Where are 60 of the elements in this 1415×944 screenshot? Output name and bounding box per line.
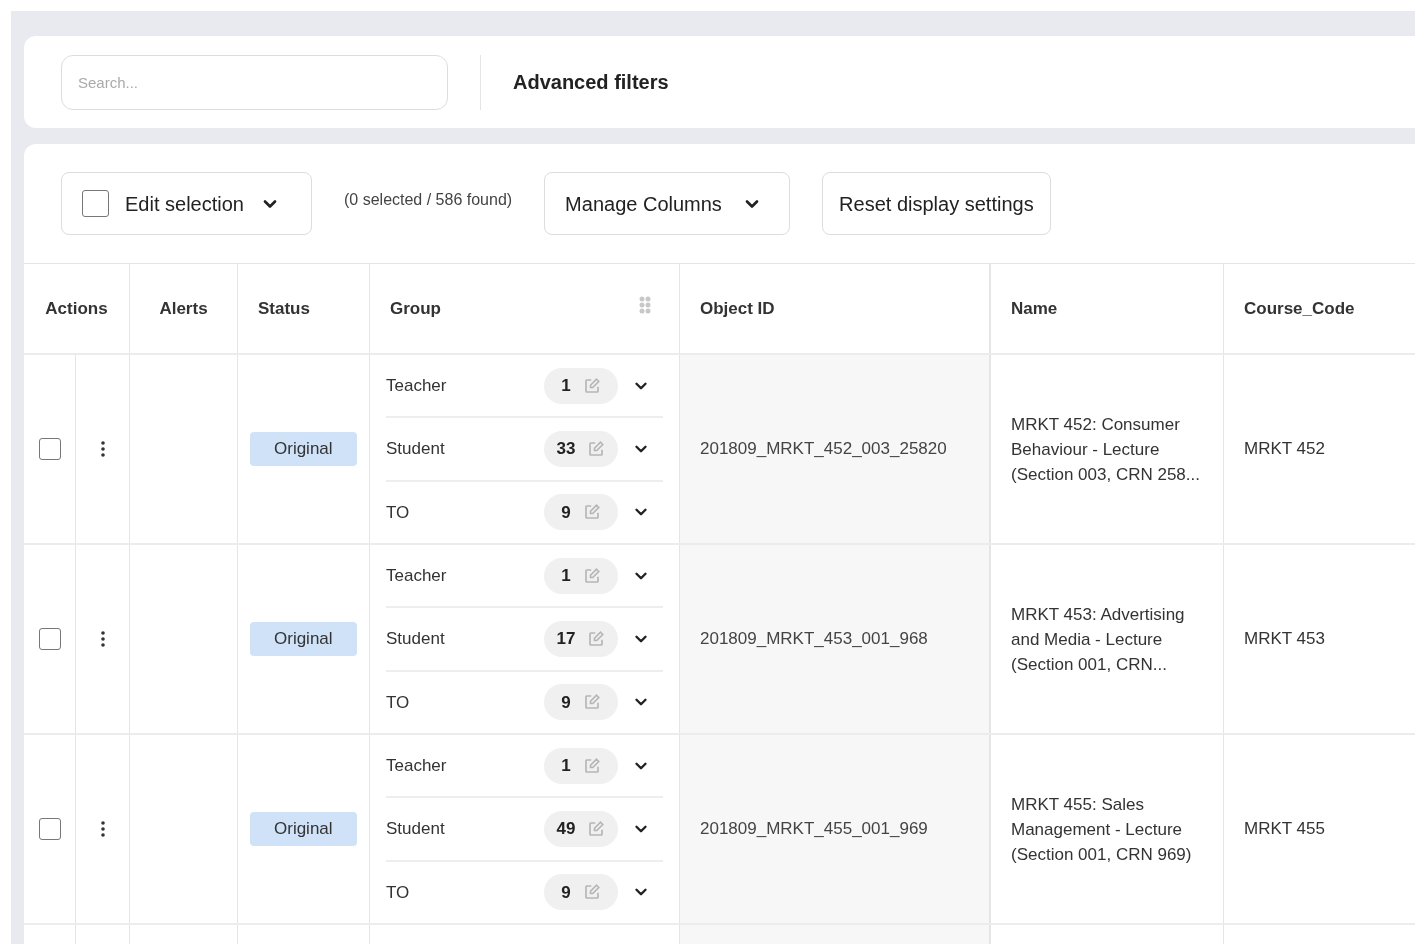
- edit-icon[interactable]: [582, 756, 601, 775]
- checkbox[interactable]: [38, 628, 61, 650]
- status-badge: Original: [250, 812, 357, 846]
- object-id: 201809_MRKT_455_001_969: [700, 818, 928, 841]
- column-header: Object ID: [700, 297, 775, 320]
- column-header: Alerts: [159, 297, 208, 320]
- count-pill[interactable]: 1: [544, 557, 618, 594]
- group-label: TO: [386, 501, 411, 524]
- status-badge: Original: [250, 622, 357, 656]
- course-name: MRKT 452: Consumer Behaviour - Lecture (Section 003, CRN 258...: [1011, 413, 1201, 486]
- status-badge: Original: [250, 432, 357, 466]
- search-field[interactable]: Search...: [61, 54, 448, 110]
- column-header: Name: [1011, 297, 1058, 320]
- drag-handle-icon[interactable]: [639, 294, 651, 315]
- edit-icon[interactable]: [582, 883, 601, 902]
- count-pill[interactable]: 49: [544, 811, 618, 847]
- group-label: Student: [386, 438, 446, 461]
- object-id: 201809_MRKT_453_001_968: [700, 628, 928, 651]
- count-pill[interactable]: 1: [544, 747, 618, 784]
- advanced-filters-button[interactable]: Advanced filters: [513, 67, 669, 97]
- edit-icon[interactable]: [582, 566, 601, 585]
- checkbox[interactable]: [38, 818, 61, 840]
- edit-selection-button[interactable]: Edit selection: [61, 172, 312, 235]
- object-id: 201809_MRKT_452_003_25820: [700, 438, 947, 461]
- checkbox[interactable]: [38, 438, 61, 460]
- checkbox[interactable]: [82, 190, 109, 217]
- edit-icon[interactable]: [582, 503, 601, 522]
- group-label: TO: [386, 691, 411, 714]
- course-name: MRKT 453: Advertising and Media - Lecture (Section 001, CRN...: [1011, 603, 1186, 676]
- column-header: Group: [390, 297, 441, 320]
- more-options-icon[interactable]: [100, 441, 105, 457]
- reset-display-button[interactable]: Reset display settings: [822, 172, 1051, 235]
- edit-icon[interactable]: [582, 376, 601, 395]
- selection-count: (0 selected / 586 found): [344, 189, 513, 210]
- group-label: Teacher: [386, 754, 448, 777]
- more-options-icon[interactable]: [100, 821, 105, 837]
- course-name: MRKT 455: Sales Management - Lecture (Section 001, CRN 969): [1011, 793, 1193, 866]
- group-label: Teacher: [386, 374, 448, 397]
- group-label: Student: [386, 628, 446, 651]
- course-code: MRKT 452: [1244, 438, 1325, 461]
- manage-columns-button[interactable]: Manage Columns: [544, 172, 791, 235]
- column-header: Actions: [45, 297, 108, 320]
- group-label: Teacher: [386, 564, 448, 587]
- column-header: Status: [258, 297, 310, 320]
- edit-icon[interactable]: [587, 820, 606, 838]
- count-pill[interactable]: 9: [544, 874, 618, 911]
- column-header: Course_Code: [1244, 297, 1355, 320]
- course-code: MRKT 453: [1244, 628, 1325, 651]
- edit-icon[interactable]: [587, 440, 606, 458]
- edit-icon[interactable]: [587, 630, 606, 648]
- count-pill[interactable]: 9: [544, 494, 618, 531]
- group-label: TO: [386, 881, 411, 904]
- course-code: MRKT 455: [1244, 818, 1325, 841]
- count-pill[interactable]: 17: [544, 621, 618, 657]
- more-options-icon[interactable]: [100, 631, 105, 647]
- count-pill[interactable]: 1: [544, 367, 618, 404]
- count-pill[interactable]: 9: [544, 684, 618, 721]
- count-pill[interactable]: 33: [544, 431, 618, 467]
- edit-icon[interactable]: [582, 693, 601, 712]
- group-label: Student: [386, 818, 446, 841]
